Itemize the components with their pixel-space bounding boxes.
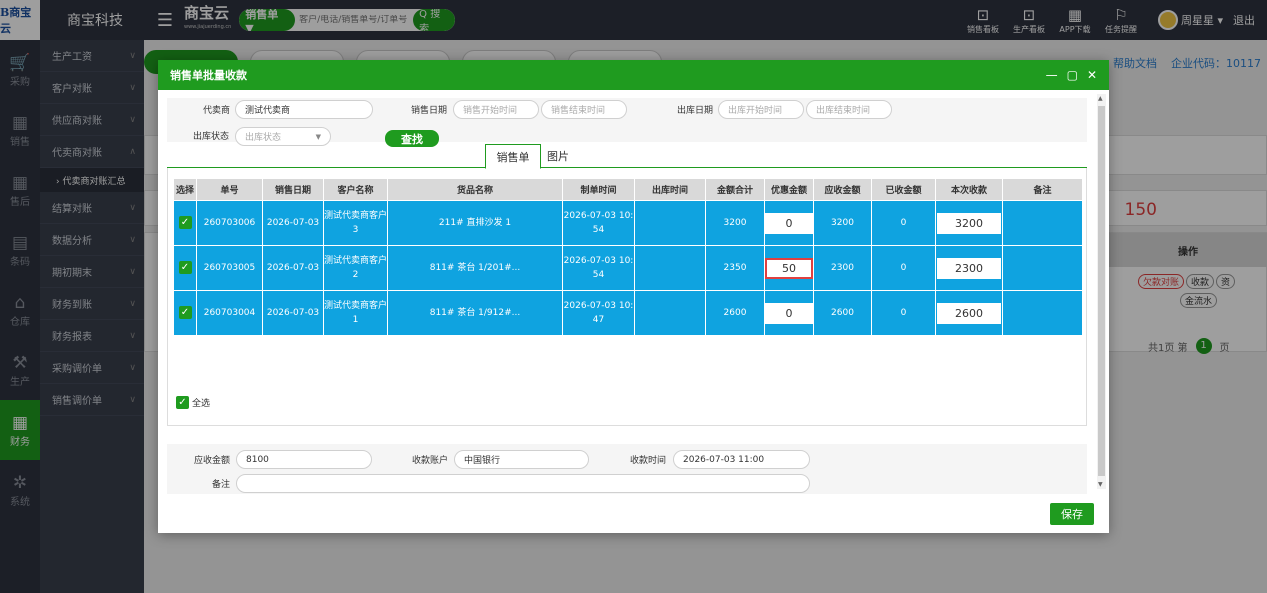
out-status-label: 出库状态 — [193, 132, 230, 142]
agent-input[interactable]: 测试代卖商 — [235, 100, 373, 119]
col-sales-date: 销售日期 — [262, 178, 324, 201]
order-no: 260703006 — [196, 200, 263, 246]
scroll-down-icon[interactable]: ▼ — [1098, 481, 1103, 488]
made-time: 2026-07-03 10:54 — [562, 245, 635, 291]
out-time — [634, 245, 706, 291]
out-start-input[interactable]: 出库开始时间 — [718, 100, 804, 119]
scroll-thumb[interactable] — [1098, 106, 1105, 476]
table-row[interactable]: ✓ 260703005 2026-07-03 测试代卖商客户2 811# 茶台 … — [173, 245, 1083, 291]
select-all-checkbox[interactable]: ✓ — [176, 396, 189, 409]
remark[interactable] — [1002, 245, 1083, 291]
out-time — [634, 290, 706, 336]
order-no: 260703005 — [196, 245, 263, 291]
dialog-controls: — ▢ ✕ — [1037, 68, 1097, 82]
scroll-up-icon[interactable]: ▲ — [1098, 95, 1103, 102]
total-amount: 2600 — [705, 290, 765, 336]
col-out-time: 出库时间 — [634, 178, 706, 201]
table-row[interactable]: ✓ 260703006 2026-07-03 测试代卖商客户3 211# 直排沙… — [173, 200, 1083, 246]
select-all-label: 全选 — [192, 399, 211, 409]
account-label: 收款账户 — [412, 456, 449, 466]
sales-end-input[interactable]: 销售结束时间 — [541, 100, 627, 119]
receivable-input[interactable]: 8100 — [236, 450, 372, 469]
col-customer: 客户名称 — [323, 178, 388, 201]
discount-input[interactable]: 0 — [765, 302, 813, 324]
select-all[interactable]: ✓ 全选 — [176, 396, 210, 409]
discount-input[interactable]: 0 — [765, 212, 813, 234]
col-received: 已收金额 — [871, 178, 936, 201]
receivable-amount: 2300 — [813, 245, 872, 291]
payment-panel: 应收金额 8100 收款账户 中国银行 收款时间 2026-07-03 11:0… — [167, 444, 1087, 494]
close-icon[interactable]: ✕ — [1087, 68, 1097, 82]
goods-name: 211# 直排沙发 1 — [387, 200, 563, 246]
sales-date: 2026-07-03 — [262, 290, 324, 336]
row-checkbox[interactable]: ✓ — [178, 216, 192, 229]
total-amount: 3200 — [705, 200, 765, 246]
made-time: 2026-07-03 10:54 — [562, 200, 635, 246]
made-time: 2026-07-03 10:47 — [562, 290, 635, 336]
received-amount: 0 — [871, 200, 936, 246]
row-checkbox[interactable]: ✓ — [178, 261, 192, 274]
remark-input[interactable] — [236, 474, 810, 493]
batch-collection-dialog: 销售单批量收款 — ▢ ✕ ▲ ▼ 代卖商 测试代卖商 销售日期 销售开始时间 … — [158, 60, 1109, 533]
time-label: 收款时间 — [630, 456, 667, 466]
col-total: 金额合计 — [705, 178, 765, 201]
col-made-time: 制单时间 — [562, 178, 635, 201]
save-button[interactable]: 保存 — [1050, 503, 1094, 525]
col-remark: 备注 — [1002, 178, 1083, 201]
orders-table: 选择 单号 销售日期 客户名称 货品名称 制单时间 出库时间 金额合计 优惠金额… — [173, 178, 1083, 336]
remark[interactable] — [1002, 290, 1083, 336]
table-header-row: 选择 单号 销售日期 客户名称 货品名称 制单时间 出库时间 金额合计 优惠金额… — [173, 178, 1083, 201]
total-amount: 2350 — [705, 245, 765, 291]
out-end-input[interactable]: 出库结束时间 — [806, 100, 892, 119]
dialog-body: ▲ ▼ 代卖商 测试代卖商 销售日期 销售开始时间 销售结束时间 出库日期 出库… — [158, 90, 1109, 496]
sales-date: 2026-07-03 — [262, 245, 324, 291]
order-no: 260703004 — [196, 290, 263, 336]
remark-label: 备注 — [212, 480, 231, 490]
out-time — [634, 200, 706, 246]
col-goods: 货品名称 — [387, 178, 563, 201]
tab-sales-order[interactable]: 销售单 — [485, 144, 541, 169]
discount-input[interactable]: 50 — [765, 257, 813, 279]
sales-date-label: 销售日期 — [411, 106, 448, 116]
customer-name: 测试代卖商客户1 — [323, 290, 388, 336]
dialog-title: 销售单批量收款 — [170, 69, 247, 82]
sales-start-input[interactable]: 销售开始时间 — [453, 100, 539, 119]
received-amount: 0 — [871, 245, 936, 291]
account-select[interactable]: 中国银行 — [454, 450, 589, 469]
goods-name: 811# 茶台 1/912#... — [387, 290, 563, 336]
col-order-no: 单号 — [196, 178, 263, 201]
receivable-amount: 3200 — [813, 200, 872, 246]
table-row[interactable]: ✓ 260703004 2026-07-03 测试代卖商客户1 811# 茶台 … — [173, 290, 1083, 336]
this-payment-input[interactable]: 2600 — [937, 302, 1001, 324]
col-this-payment: 本次收款 — [935, 178, 1003, 201]
received-amount: 0 — [871, 290, 936, 336]
minimize-icon[interactable]: — — [1046, 68, 1058, 82]
chevron-down-icon: ▼ — [315, 132, 321, 141]
receivable-label: 应收金额 — [194, 456, 231, 466]
orders-grid-panel: 选择 单号 销售日期 客户名称 货品名称 制单时间 出库时间 金额合计 优惠金额… — [167, 168, 1087, 426]
row-checkbox[interactable]: ✓ — [178, 306, 192, 319]
filter-panel: 代卖商 测试代卖商 销售日期 销售开始时间 销售结束时间 出库日期 出库开始时间… — [167, 98, 1087, 146]
tab-images[interactable]: 图片 — [543, 144, 573, 168]
remark[interactable] — [1002, 200, 1083, 246]
customer-name: 测试代卖商客户3 — [323, 200, 388, 246]
col-discount: 优惠金额 — [764, 178, 814, 201]
dialog-tabs: 销售单 图片 — [167, 144, 1087, 169]
dialog-header: 销售单批量收款 — ▢ ✕ — [158, 60, 1109, 90]
receivable-amount: 2600 — [813, 290, 872, 336]
scrollbar[interactable]: ▲ ▼ — [1097, 94, 1106, 489]
customer-name: 测试代卖商客户2 — [323, 245, 388, 291]
sales-date: 2026-07-03 — [262, 200, 324, 246]
col-receivable: 应收金额 — [813, 178, 872, 201]
col-select: 选择 — [173, 178, 197, 201]
time-input[interactable]: 2026-07-03 11:00 — [673, 450, 810, 469]
this-payment-input[interactable]: 3200 — [937, 212, 1001, 234]
out-date-label: 出库日期 — [677, 106, 714, 116]
goods-name: 811# 茶台 1/201#... — [387, 245, 563, 291]
maximize-icon[interactable]: ▢ — [1067, 68, 1078, 82]
this-payment-input[interactable]: 2300 — [937, 257, 1001, 279]
agent-label: 代卖商 — [203, 106, 231, 116]
out-status-value: 出库状态 — [245, 133, 282, 143]
